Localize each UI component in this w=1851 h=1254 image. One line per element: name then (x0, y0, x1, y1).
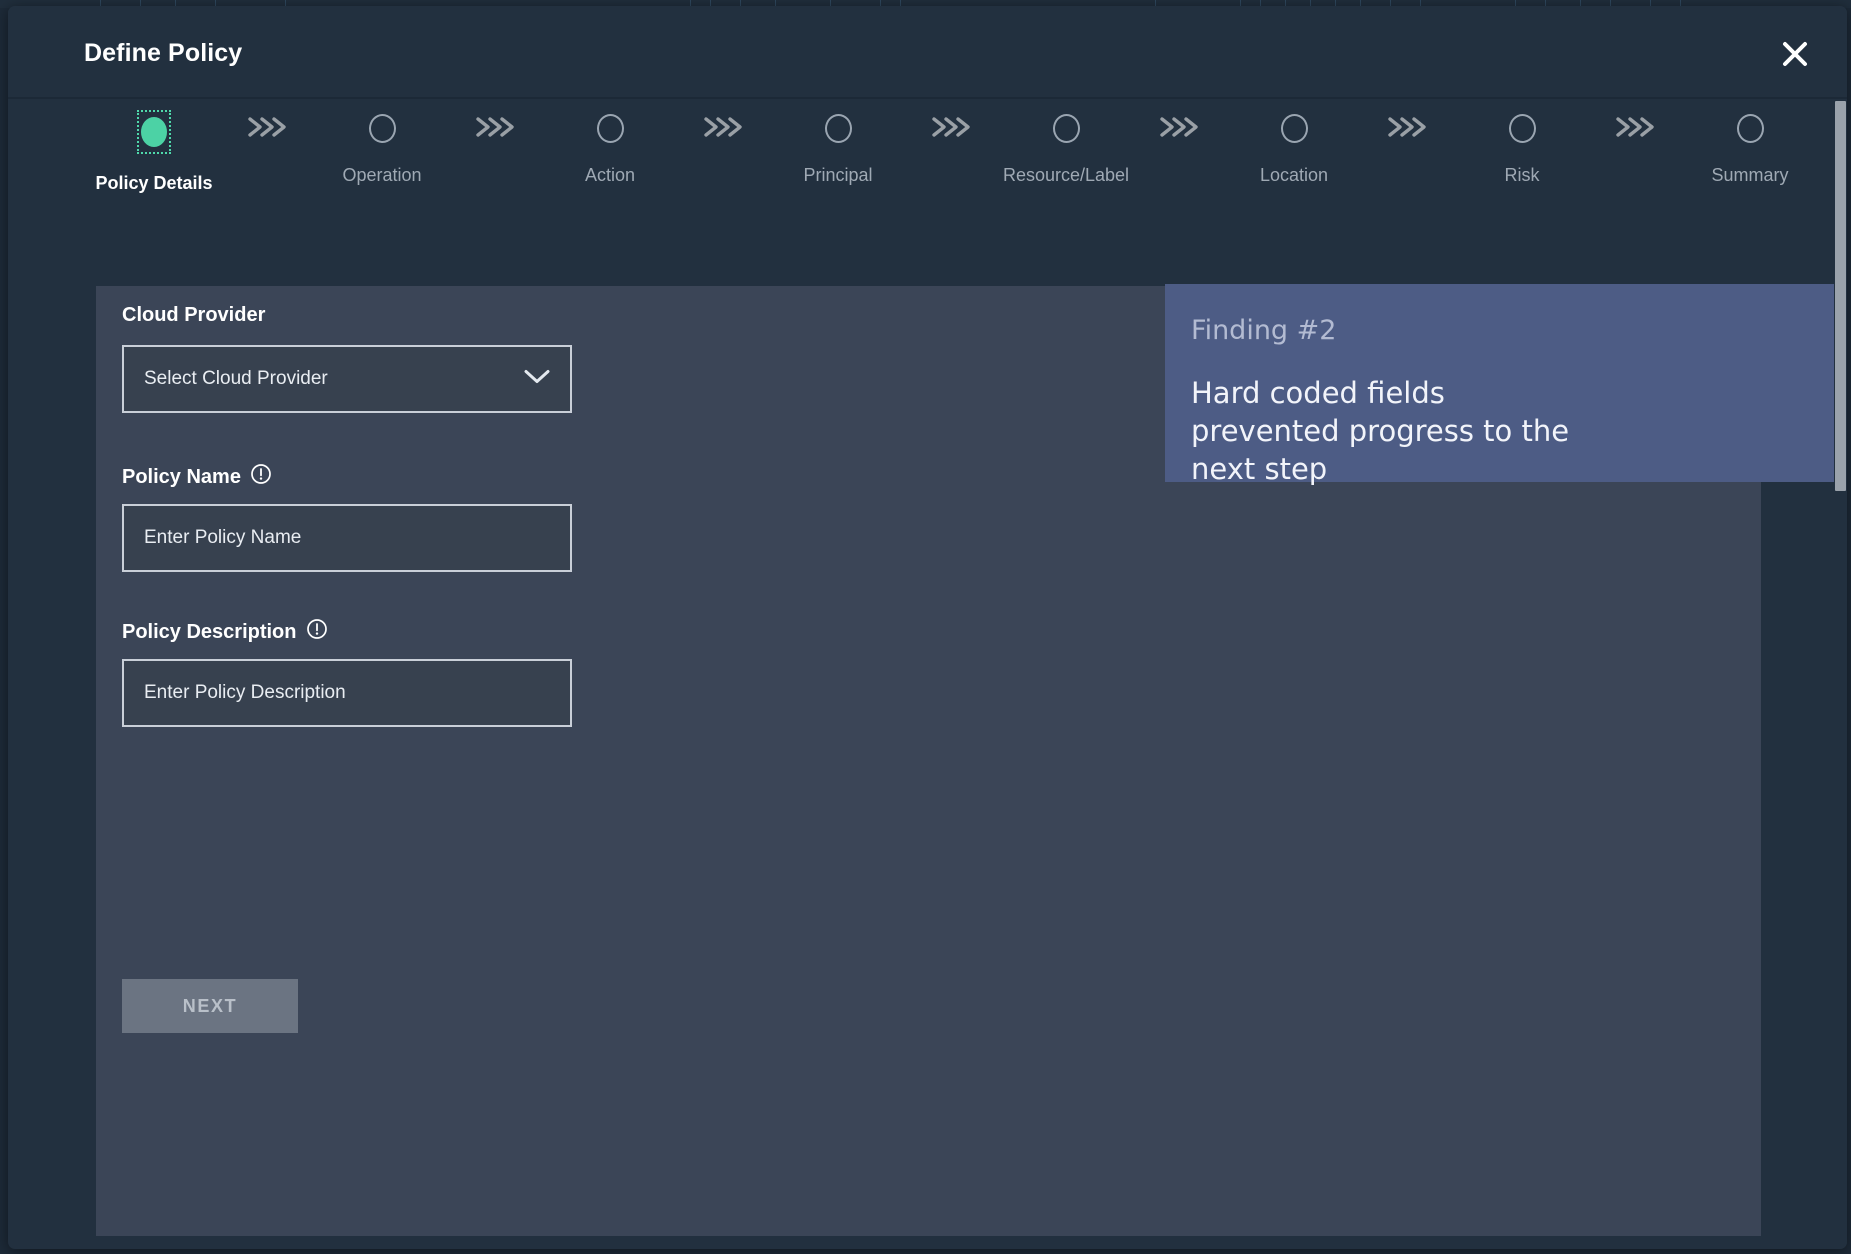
step-label: Operation (342, 165, 422, 185)
step-indicator-icon (593, 111, 627, 145)
policy-name-placeholder: Enter Policy Name (144, 527, 302, 548)
exclamation-circle-icon (306, 618, 328, 646)
step-indicator-icon (1277, 111, 1311, 145)
annotation-title: Finding #2 (1191, 315, 1337, 346)
cloud-provider-value: Select Cloud Provider (144, 368, 328, 389)
step-operation[interactable]: Operation (298, 111, 466, 186)
step-location[interactable]: Location (1210, 111, 1378, 186)
annotation-callout: Finding #2 Hard coded fields prevented p… (1165, 284, 1847, 486)
define-policy-modal: Define Policy Policy Details Operation A… (8, 6, 1847, 1249)
chevrons-right-icon (1150, 111, 1210, 140)
step-resource-label[interactable]: Resource/Label (982, 111, 1150, 186)
step-indicator-icon (1733, 111, 1767, 145)
step-indicator-icon (1049, 111, 1083, 145)
chevrons-right-icon (922, 111, 982, 140)
next-button[interactable]: NEXT (122, 979, 298, 1033)
step-label: Resource/Label (1002, 165, 1130, 185)
step-indicator-icon (137, 110, 171, 154)
annotation-body: Hard coded fields prevented progress to … (1191, 375, 1570, 487)
scrollbar-thumb[interactable] (1835, 101, 1846, 491)
step-label: Principal (803, 165, 873, 185)
step-label: Action (584, 165, 636, 185)
policy-description-label: Policy Description (122, 618, 328, 646)
step-label: Risk (1504, 165, 1540, 185)
policy-wizard-stepper: Policy Details Operation Action Principa… (8, 101, 1847, 211)
cloud-provider-select[interactable]: Select Cloud Provider (122, 345, 572, 413)
cloud-provider-label: Cloud Provider (122, 304, 266, 326)
policy-description-input[interactable]: Enter Policy Description (122, 659, 572, 727)
chevrons-right-icon (238, 111, 298, 140)
chevron-down-icon (522, 368, 552, 391)
step-label: Summary (1711, 165, 1789, 185)
chevrons-right-icon (1606, 111, 1666, 140)
step-action[interactable]: Action (526, 111, 694, 186)
step-indicator-icon (365, 111, 399, 145)
policy-description-placeholder: Enter Policy Description (144, 682, 346, 703)
step-policy-details[interactable]: Policy Details (70, 110, 238, 194)
step-summary[interactable]: Summary (1666, 111, 1834, 186)
step-risk[interactable]: Risk (1438, 111, 1606, 186)
modal-header: Define Policy (8, 6, 1847, 99)
chevrons-right-icon (694, 111, 754, 140)
step-label: Location (1259, 165, 1329, 185)
step-indicator-icon (821, 111, 855, 145)
step-label: Policy Details (95, 173, 213, 193)
step-principal[interactable]: Principal (754, 111, 922, 186)
step-indicator-icon (1505, 111, 1539, 145)
exclamation-circle-icon (250, 463, 272, 491)
close-icon (1779, 38, 1811, 70)
policy-name-label: Policy Name (122, 463, 272, 491)
policy-name-input[interactable]: Enter Policy Name (122, 504, 572, 572)
close-button[interactable] (1767, 26, 1823, 82)
chevrons-right-icon (1378, 111, 1438, 140)
page-title: Define Policy (84, 39, 243, 67)
chevrons-right-icon (466, 111, 526, 140)
